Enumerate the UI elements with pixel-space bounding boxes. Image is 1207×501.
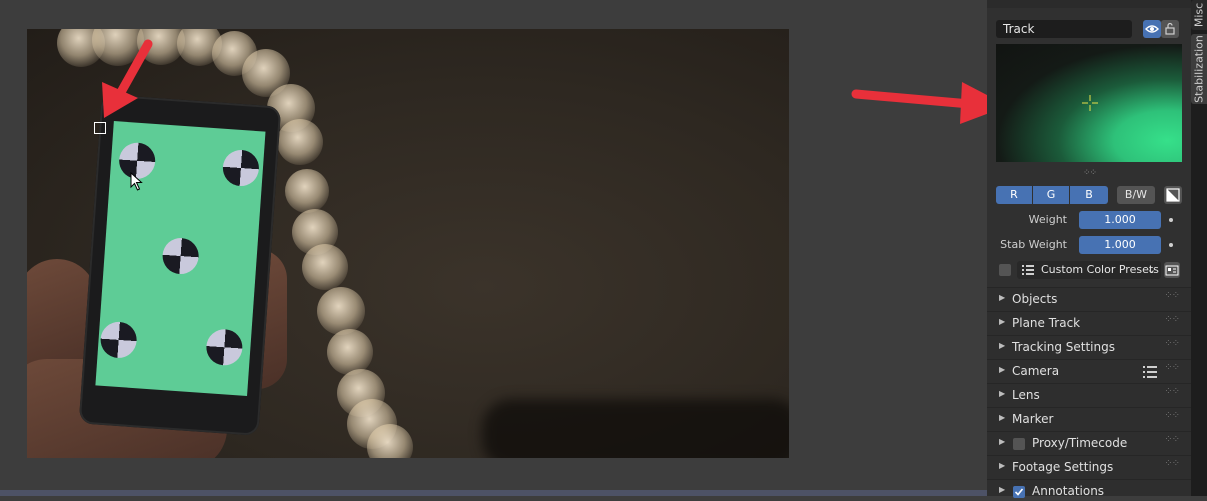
panel-camera[interactable]: ▶ Camera ⁘⁘ bbox=[987, 359, 1191, 383]
panel-label: Objects bbox=[1012, 292, 1058, 306]
panel-tracking-settings[interactable]: ▶ Tracking Settings ⁘⁘ bbox=[987, 335, 1191, 359]
weight-label: Weight bbox=[1028, 213, 1067, 226]
timeline-strip bbox=[0, 490, 987, 496]
preset-checkbox[interactable] bbox=[999, 264, 1011, 276]
preset-label: Custom Color Presets bbox=[1041, 263, 1159, 276]
expand-arrow-icon: ▶ bbox=[999, 293, 1006, 302]
panel-label: Proxy/Timecode bbox=[1032, 436, 1128, 450]
panel-label: Footage Settings bbox=[1012, 460, 1114, 474]
bokeh-light bbox=[277, 119, 323, 165]
expand-arrow-icon: ▶ bbox=[999, 389, 1006, 398]
panel-label: Camera bbox=[1012, 364, 1060, 378]
channel-r-button[interactable]: R bbox=[996, 186, 1032, 204]
panel-plane-track[interactable]: ▶ Plane Track ⁘⁘ bbox=[987, 311, 1191, 335]
expand-arrow-icon: ▶ bbox=[999, 365, 1006, 374]
bokeh-light bbox=[285, 169, 329, 213]
panel-label: Plane Track bbox=[1012, 316, 1081, 330]
panel-annotations[interactable]: ▶ Annotations bbox=[987, 479, 1191, 498]
keyframe-dot[interactable] bbox=[1169, 243, 1173, 247]
clip-editor-area[interactable] bbox=[0, 0, 1008, 496]
annotations-checkbox[interactable] bbox=[1013, 486, 1025, 498]
panel-label: Lens bbox=[1012, 388, 1040, 402]
proxy-checkbox[interactable] bbox=[1013, 438, 1025, 450]
preset-icon bbox=[1165, 265, 1179, 276]
panel-marker[interactable]: ▶ Marker ⁘⁘ bbox=[987, 407, 1191, 431]
expand-arrow-icon: ▶ bbox=[999, 341, 1006, 350]
lock-toggle[interactable] bbox=[1161, 20, 1179, 38]
panel-lens[interactable]: ▶ Lens ⁘⁘ bbox=[987, 383, 1191, 407]
mouse-cursor-icon bbox=[130, 172, 143, 191]
grip-icon[interactable]: ⁘⁘ bbox=[1164, 434, 1180, 445]
eye-icon bbox=[1145, 25, 1159, 33]
panel-label: Tracking Settings bbox=[1012, 340, 1115, 354]
panel-footage-settings[interactable]: ▶ Footage Settings ⁘⁘ bbox=[987, 455, 1191, 479]
sidebar-tabs: Misc Stabilization bbox=[1191, 0, 1207, 496]
bokeh-light bbox=[302, 244, 348, 290]
annotation-arrow-down-icon bbox=[102, 39, 153, 118]
tab-misc[interactable]: Misc bbox=[1191, 0, 1207, 30]
grip-icon[interactable]: ⁘⁘ bbox=[1164, 314, 1180, 325]
crosshair-icon bbox=[1082, 95, 1098, 111]
tab-label: Misc bbox=[1192, 2, 1206, 28]
track-marker[interactable] bbox=[94, 122, 106, 134]
expand-arrow-icon: ▶ bbox=[999, 485, 1006, 494]
bokeh-light bbox=[367, 424, 413, 458]
grip-icon[interactable]: ⁘⁘ bbox=[1164, 458, 1180, 469]
annotation-arrow-right-icon bbox=[851, 82, 1008, 124]
color-preset-dropdown[interactable]: Custom Color Presets ⌄ bbox=[1017, 261, 1161, 279]
bokeh-light bbox=[327, 329, 373, 375]
presets-list-icon[interactable] bbox=[1143, 366, 1157, 378]
tab-label: Stabilization bbox=[1192, 35, 1206, 103]
tracking-target-marker bbox=[205, 328, 244, 367]
panel-objects[interactable]: ▶ Objects ⁘⁘ bbox=[987, 287, 1191, 311]
panel-label: Marker bbox=[1012, 412, 1054, 426]
unlock-icon bbox=[1165, 22, 1175, 35]
chevron-down-icon: ⌄ bbox=[1146, 263, 1156, 276]
grip-icon[interactable]: ⁘⁘ bbox=[1164, 410, 1180, 421]
grip-icon[interactable]: ⁘⁘ bbox=[1164, 386, 1180, 397]
stab-weight-label: Stab Weight bbox=[1000, 238, 1067, 251]
list-icon bbox=[1022, 265, 1034, 275]
stab-weight-field[interactable]: 1.000 bbox=[1079, 236, 1161, 254]
tracking-target-marker bbox=[221, 148, 261, 188]
invert-icon bbox=[1166, 188, 1180, 202]
expand-arrow-icon: ▶ bbox=[999, 413, 1006, 422]
grip-icon[interactable]: ⁘⁘ bbox=[1164, 362, 1180, 373]
tab-stabilization[interactable]: Stabilization bbox=[1191, 34, 1207, 104]
resize-handle[interactable]: ⁘⁘ bbox=[1083, 168, 1097, 178]
bokeh-light bbox=[317, 287, 365, 335]
grip-icon[interactable]: ⁘⁘ bbox=[1164, 290, 1180, 301]
bw-button[interactable]: B/W bbox=[1117, 186, 1155, 204]
visibility-toggle[interactable] bbox=[1143, 20, 1161, 38]
tracking-target-marker bbox=[161, 236, 200, 276]
expand-arrow-icon: ▶ bbox=[999, 317, 1006, 326]
weight-field[interactable]: 1.000 bbox=[1079, 211, 1161, 229]
expand-arrow-icon: ▶ bbox=[999, 461, 1006, 470]
channel-g-button[interactable]: G bbox=[1033, 186, 1069, 204]
tracking-target-marker bbox=[99, 320, 138, 360]
checkmark-icon bbox=[1014, 488, 1024, 496]
phone bbox=[78, 94, 282, 436]
expand-arrow-icon: ▶ bbox=[999, 437, 1006, 446]
invert-toggle[interactable] bbox=[1164, 186, 1182, 204]
dark-shadow bbox=[482, 399, 789, 458]
grip-icon[interactable]: ⁘⁘ bbox=[1164, 338, 1180, 349]
panel-proxy-timecode[interactable]: ▶ Proxy/Timecode ⁘⁘ bbox=[987, 431, 1191, 455]
preset-add-button[interactable] bbox=[1164, 262, 1180, 278]
track-name-field[interactable]: Track bbox=[996, 20, 1132, 38]
channel-b-button[interactable]: B bbox=[1070, 186, 1108, 204]
phone-screen bbox=[95, 121, 266, 396]
keyframe-dot[interactable] bbox=[1169, 218, 1173, 222]
